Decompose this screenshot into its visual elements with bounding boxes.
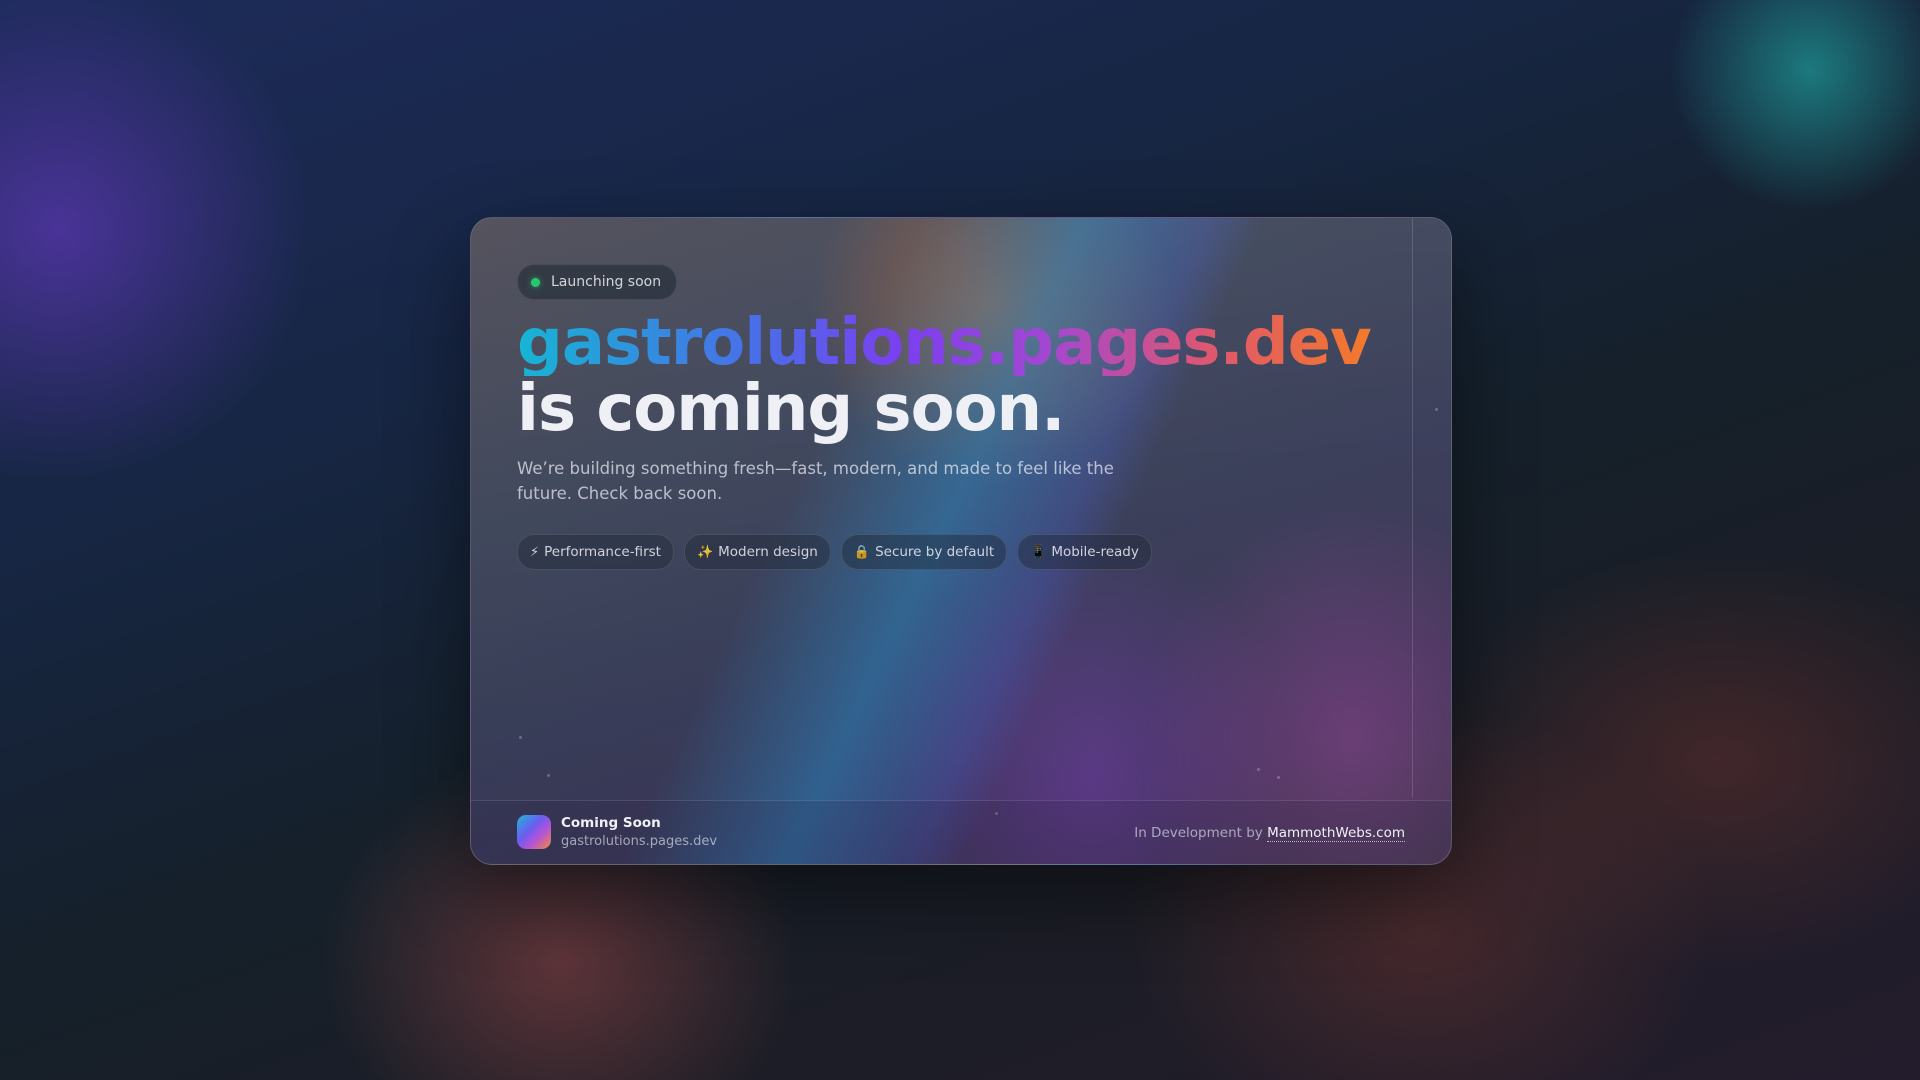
feature-pill-label: Secure by default	[875, 544, 995, 560]
feature-pill-list: ⚡ Performance-first ✨ Modern design 🔒 Se…	[517, 534, 1152, 570]
credit-prefix: In Development by	[1134, 825, 1263, 841]
page-description: We’re building something fresh—fast, mod…	[517, 459, 1114, 503]
coming-soon-card: Launching soon gastrolutions.pages.dev i…	[470, 217, 1452, 865]
title-domain: gastrolutions.pages.dev	[517, 306, 1372, 380]
feature-pill-mobile: 📱 Mobile-ready	[1017, 534, 1152, 570]
feature-pill-label: Performance-first	[544, 544, 661, 560]
sparkle-dot	[1257, 768, 1260, 771]
page-title: gastrolutions.pages.dev is coming soon.	[517, 306, 1372, 446]
sparkle-dot	[519, 736, 522, 739]
feature-pill-security: 🔒 Secure by default	[840, 534, 1008, 570]
brand-logo-icon	[517, 815, 551, 849]
status-badge: Launching soon	[517, 264, 678, 300]
mobile-phone-icon: 📱	[1030, 544, 1047, 560]
sparkles-icon: ✨	[696, 544, 714, 560]
credit-link[interactable]: MammothWebs.com	[1267, 825, 1405, 842]
card-divider-line	[1412, 218, 1413, 798]
footer-title: Coming Soon	[561, 815, 661, 831]
footer-subtitle: gastrolutions.pages.dev	[561, 834, 718, 849]
sparkle-dot	[547, 774, 550, 777]
footer-credit: In Development by MammothWebs.com	[1134, 825, 1405, 842]
feature-pill-design: ✨ Modern design	[683, 534, 831, 570]
card-footer: Coming Soon gastrolutions.pages.dev In D…	[471, 800, 1451, 864]
feature-pill-label: Mobile-ready	[1051, 544, 1139, 560]
sparkle-dot	[1277, 776, 1280, 779]
status-badge-label: Launching soon	[551, 274, 662, 290]
feature-pill-label: Modern design	[718, 544, 818, 560]
title-tagline: is coming soon.	[517, 372, 1065, 446]
lightning-icon: ⚡	[530, 544, 540, 560]
feature-pill-performance: ⚡ Performance-first	[517, 534, 674, 570]
sparkle-dot	[1435, 408, 1438, 411]
lock-icon: 🔒	[853, 544, 871, 560]
status-dot-icon	[531, 278, 540, 287]
